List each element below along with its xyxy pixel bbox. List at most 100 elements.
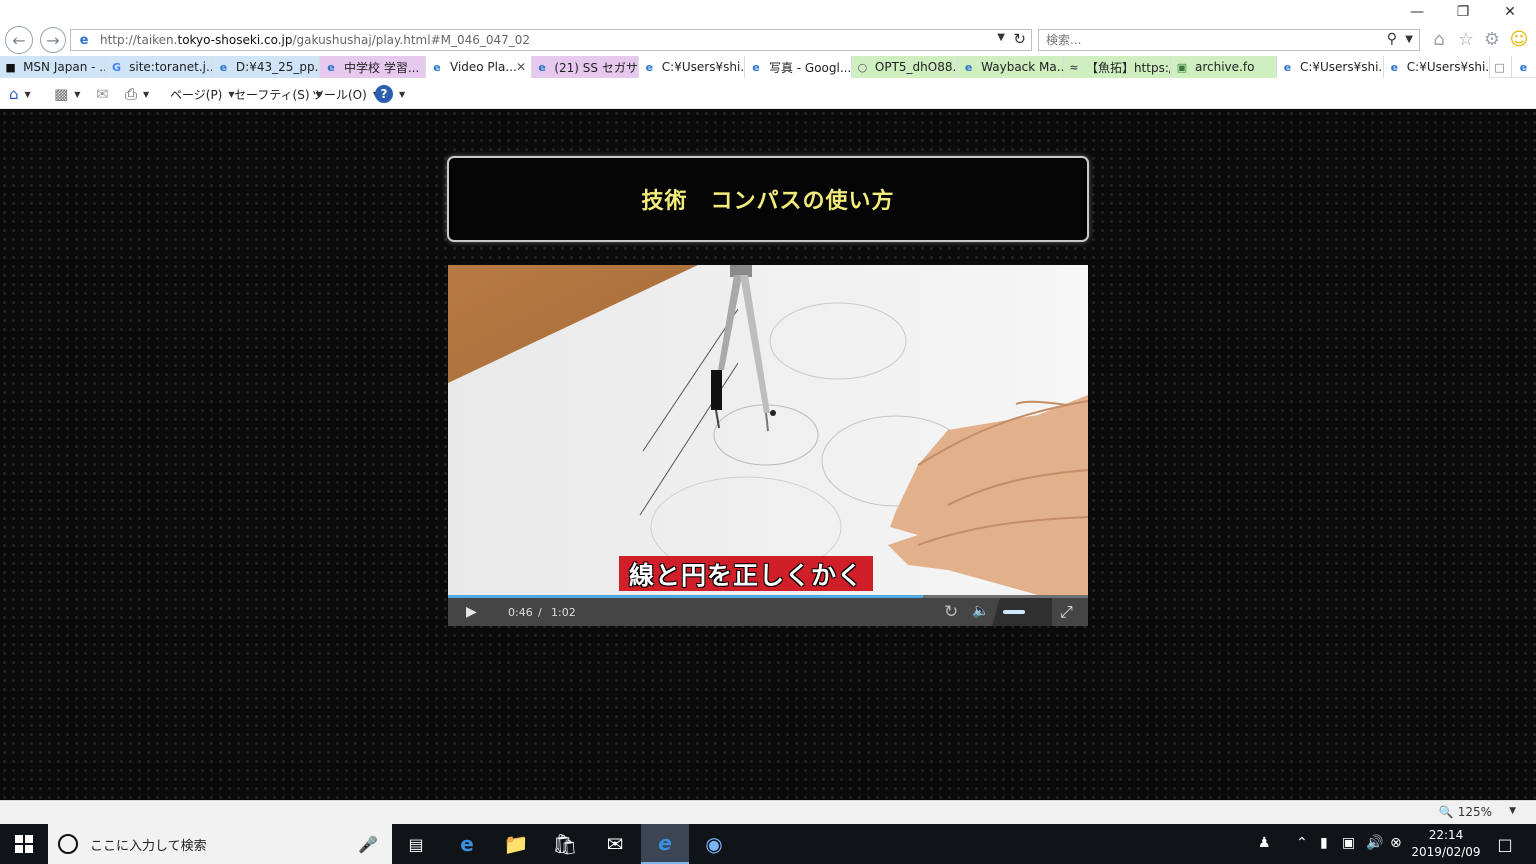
video-progress-fill <box>448 595 923 598</box>
minimize-button[interactable]: — <box>1402 4 1432 24</box>
url-path: /gakushushaj/play.html#M_046_047_02 <box>292 33 531 47</box>
tab-ss-sega[interactable]: e (21) SS セガサ... <box>532 56 639 78</box>
tab-label: (21) SS セガサ... <box>554 60 638 75</box>
url-prefix: http://taiken. <box>100 33 178 47</box>
settings-gear-icon[interactable]: ⚙ <box>1481 29 1503 51</box>
total-time: 1:02 <box>551 606 576 619</box>
printer-icon: ⎙ <box>125 85 138 103</box>
address-url[interactable]: http://taiken.tokyo-shoseki.co.jp/gakush… <box>100 33 530 47</box>
speaker-icon: 🔈 <box>972 603 990 619</box>
help-menu-button[interactable]: ? ▼ <box>375 84 405 104</box>
page-content: 技術 コンパスの使い方 線と円を正しくかく ▶ 0:46 / 1:02 ↻ 🔈 … <box>0 109 1536 800</box>
ie-icon: e <box>658 831 672 855</box>
forward-button[interactable]: → <box>40 27 66 53</box>
zoom-dropdown-icon[interactable]: ▼ <box>1509 806 1516 816</box>
video-progress-bar[interactable] <box>448 595 1088 598</box>
tab-close-icon[interactable]: ✕ <box>516 60 526 74</box>
video-player[interactable]: 線と円を正しくかく ▶ 0:46 / 1:02 ↻ 🔈 ⤢ <box>448 265 1088 626</box>
search-input[interactable] <box>1046 33 1366 47</box>
media-app-icon: ◉ <box>705 832 723 856</box>
tab-local-users-3[interactable]: e C:¥Users¥shi... <box>1384 56 1490 78</box>
current-time: 0:46 <box>508 606 533 619</box>
home-menu-button[interactable]: ⌂ ▼ <box>9 84 31 104</box>
video-frame[interactable] <box>448 265 1088 595</box>
feeds-button[interactable]: ▩ ▼ <box>54 84 80 104</box>
tab-google-search[interactable]: Gsite:toranet.j... <box>106 56 213 78</box>
home-icon[interactable]: ⌂ <box>1428 29 1450 51</box>
time-separator: / <box>538 606 542 619</box>
dropdown-icon: ▼ <box>74 89 81 99</box>
loop-button[interactable]: ↻ <box>944 602 958 622</box>
volume-level <box>1003 610 1025 614</box>
volume-button[interactable]: 🔈 <box>972 603 989 619</box>
tab-wayback[interactable]: e Wayback Ma... <box>958 56 1064 78</box>
tab-archive-fo[interactable]: ▣ archive.fo <box>1171 56 1277 78</box>
tab-list-button[interactable]: e <box>1512 56 1536 78</box>
tab-local-file[interactable]: e D:¥43_25_pp... <box>213 56 320 78</box>
zoom-value: 125% <box>1457 805 1492 819</box>
refresh-icon[interactable]: ↻ <box>1013 30 1026 48</box>
read-mail-button[interactable]: ✉ <box>96 84 109 104</box>
tab-label: Wayback Ma... <box>981 60 1063 74</box>
tab-video-player-active[interactable]: e Video Pla... ✕ <box>426 56 532 78</box>
tab-google-photos[interactable]: e 写真 - Googl... <box>745 56 852 78</box>
mail-icon: ✉ <box>96 85 109 103</box>
favorites-star-icon[interactable]: ☆ <box>1455 29 1477 51</box>
ie-icon: e <box>538 60 546 74</box>
taskbar-search-box[interactable]: ここに入力して検索 🎤 <box>48 824 392 864</box>
file-explorer-button[interactable]: 📁 <box>492 824 540 864</box>
ie-icon: e <box>645 60 654 74</box>
smiley-feedback-icon[interactable]: ☺ <box>1508 29 1530 51</box>
action-error-icon[interactable]: ⊗ <box>1390 835 1402 851</box>
ie-app-button[interactable]: e <box>641 824 689 864</box>
show-hidden-icons-chevron-icon[interactable]: ⌃ <box>1296 835 1308 851</box>
search-icon[interactable]: ⚲ <box>1387 31 1397 47</box>
msn-icon: ■ <box>5 60 16 74</box>
edge-app-button[interactable]: e <box>443 824 491 864</box>
print-button[interactable]: ⎙ ▼ <box>125 84 149 104</box>
microphone-icon[interactable]: 🎤 <box>358 835 378 854</box>
search-dropdown-icon[interactable]: ▼ <box>1405 34 1413 45</box>
taskbar-clock[interactable]: 22:14 2019/02/09 <box>1408 827 1484 861</box>
people-icon[interactable]: ♟ <box>1258 835 1271 851</box>
media-app-button[interactable]: ◉ <box>690 824 738 864</box>
address-bar[interactable]: e http://taiken.tokyo-shoseki.co.jp/gaku… <box>70 29 1032 51</box>
tab-junior-high[interactable]: e 中学校 学習... <box>320 56 426 78</box>
ie-icon: e <box>1519 60 1528 74</box>
zoom-level[interactable]: 🔍 125% <box>1439 805 1492 819</box>
ie-icon: e <box>1283 60 1292 74</box>
safety-menu-button[interactable]: セーフティ(S) ▼ <box>234 84 322 104</box>
home-icon: ⌂ <box>9 85 19 103</box>
ie-icon: e <box>1390 60 1399 74</box>
tab-local-users-2[interactable]: e C:¥Users¥shi... <box>1277 56 1384 78</box>
network-icon[interactable]: ▣ <box>1342 835 1355 851</box>
tab-local-users-1[interactable]: e C:¥Users¥shi... <box>639 56 745 78</box>
tab-msn[interactable]: ■ MSN Japan - ... <box>0 56 106 78</box>
page-menu-button[interactable]: ページ(P) ▼ <box>170 84 235 104</box>
play-button[interactable]: ▶ <box>466 604 477 620</box>
search-bar[interactable]: ⚲ ▼ <box>1038 29 1420 51</box>
rss-feed-icon: ▩ <box>54 85 69 103</box>
tools-menu-button[interactable]: ツール(O)▼ <box>312 84 379 104</box>
loop-icon: ↻ <box>944 602 959 622</box>
clock-time: 22:14 <box>1428 828 1464 842</box>
video-title-box: 技術 コンパスの使い方 <box>447 156 1089 242</box>
store-app-button[interactable]: 🛍 <box>541 824 589 864</box>
task-view-button[interactable]: ▤ <box>392 824 440 864</box>
tab-gyotaku[interactable]: ≈ 【魚拓】https:/... <box>1064 56 1171 78</box>
close-window-button[interactable]: ✕ <box>1495 4 1525 24</box>
gyotaku-icon: ≈ <box>1069 60 1079 74</box>
battery-icon[interactable]: ▮ <box>1320 835 1328 851</box>
restore-button[interactable]: ❐ <box>1448 4 1478 24</box>
address-dropdown-icon[interactable]: ▼ <box>997 32 1005 43</box>
mail-app-button[interactable]: ✉ <box>591 824 639 864</box>
tab-opt5[interactable]: ○ OPT5_dhO88... <box>852 56 958 78</box>
volume-tray-icon[interactable]: 🔊 <box>1366 835 1383 851</box>
start-button[interactable] <box>0 824 48 864</box>
new-tab-button[interactable]: □ <box>1490 56 1512 78</box>
ie-icon: e <box>964 60 973 74</box>
back-button[interactable]: ← <box>5 26 33 54</box>
circle-icon: ○ <box>857 60 868 74</box>
action-center-button[interactable]: □ <box>1490 824 1520 864</box>
fullscreen-button[interactable]: ⤢ <box>1060 602 1073 622</box>
